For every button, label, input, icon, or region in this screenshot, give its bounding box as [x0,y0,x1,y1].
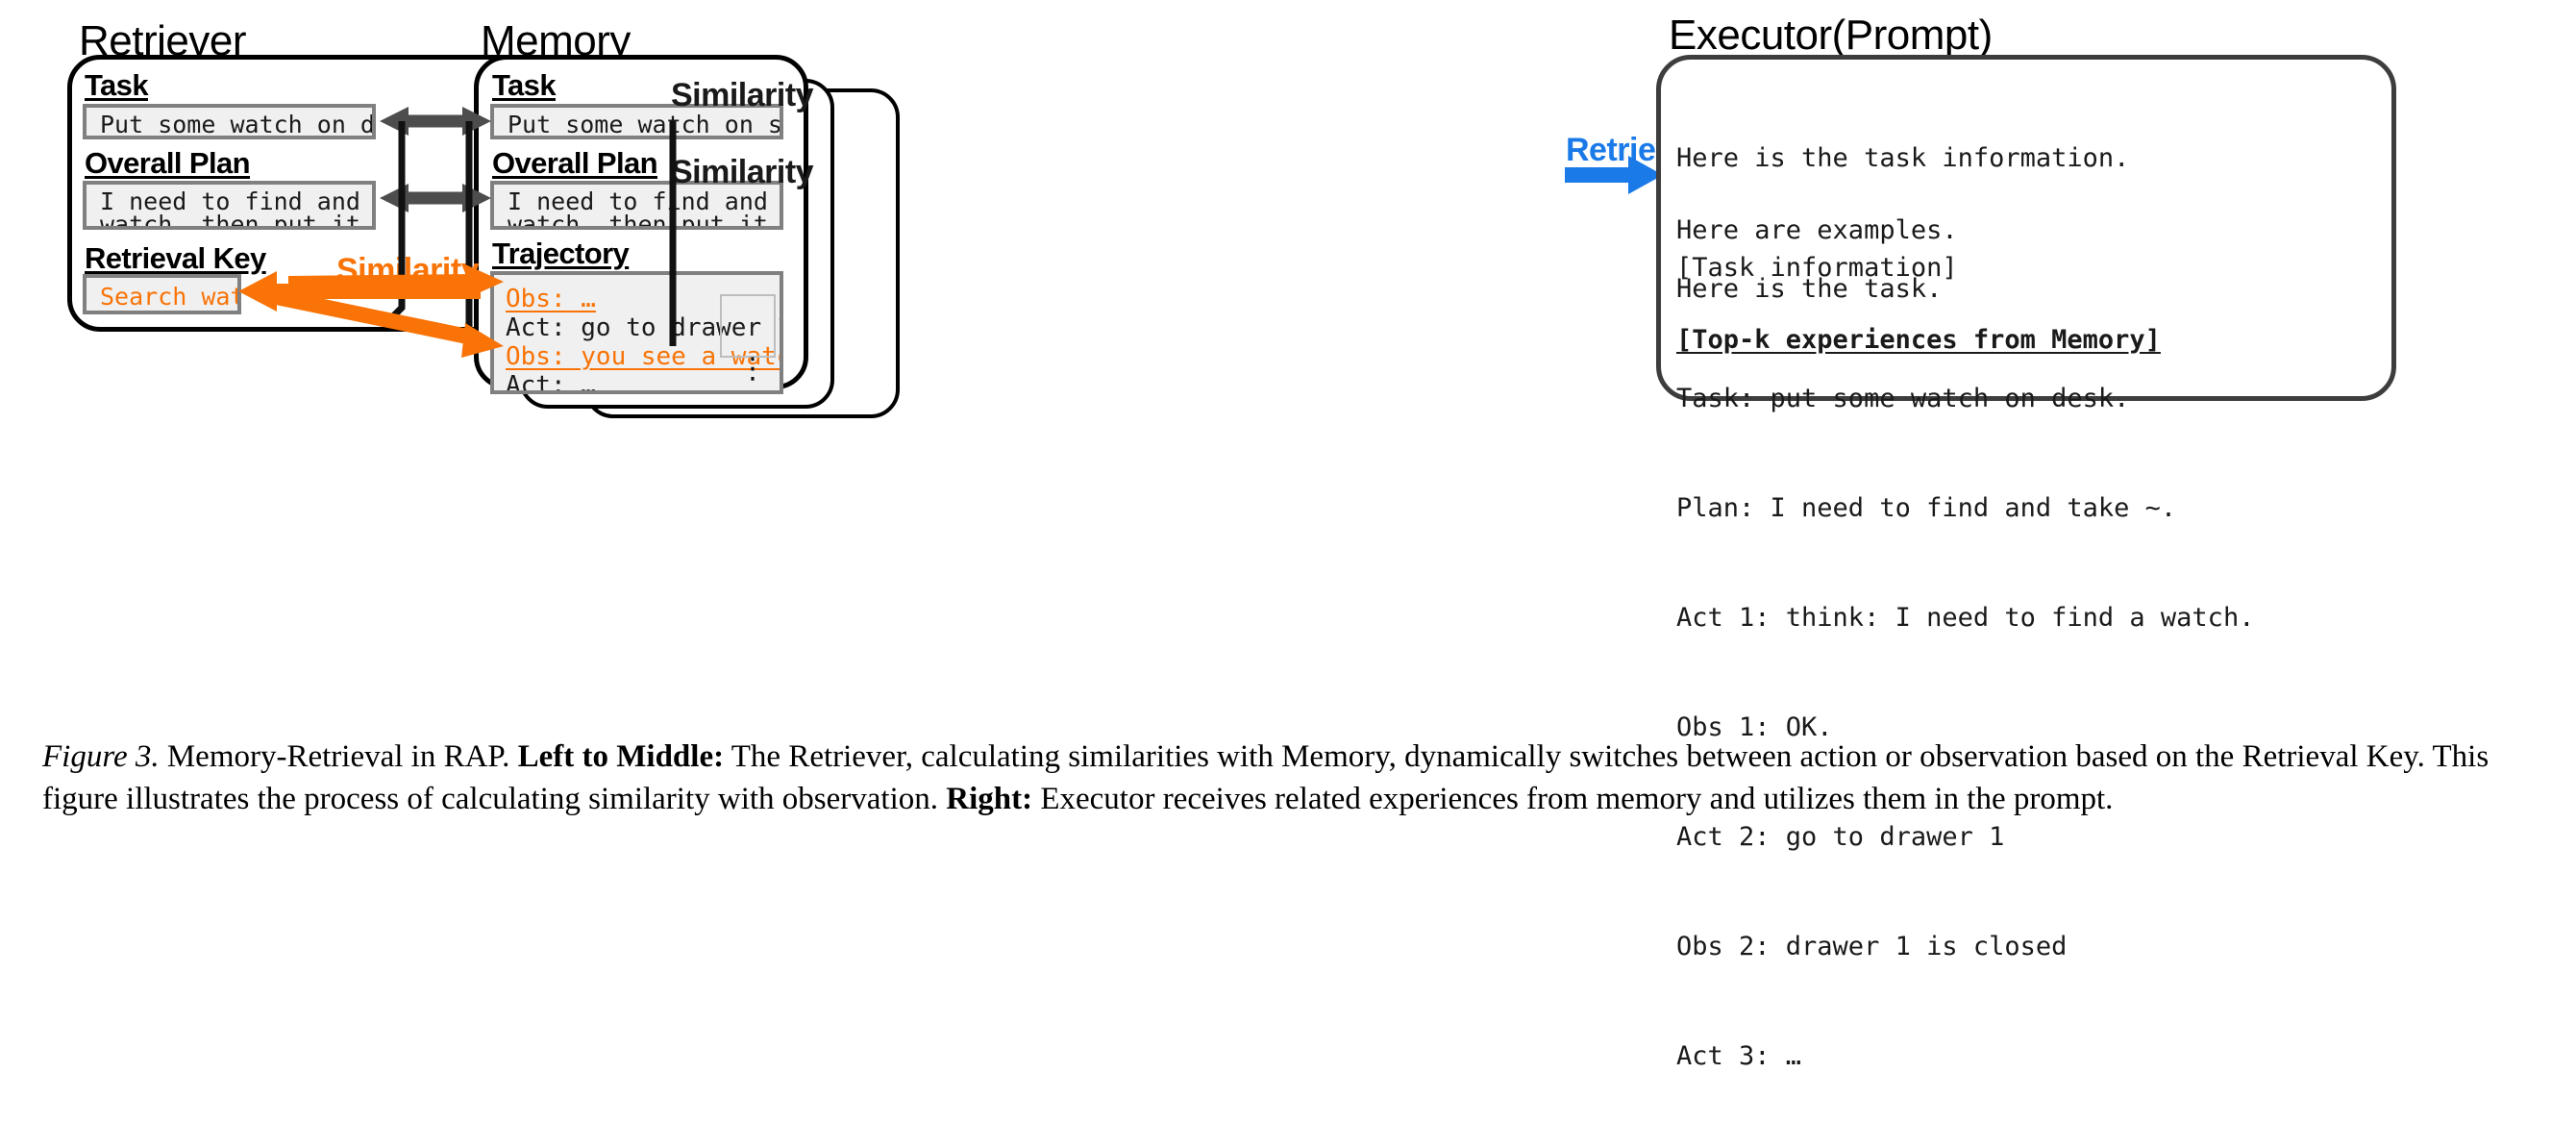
executor-prompt-line-10: Act 2: go to drawer 1 [1676,822,2005,852]
executor-prompt-line-5: Here is the task. [1676,274,1943,304]
caption-figure-number: Figure 3. [42,739,160,774]
retriever-plan-label: Overall Plan [85,146,251,180]
figure-caption: Figure 3. Memory-Retrieval in RAP. Left … [42,736,2541,820]
executor-prompt-line-8: Act 1: think: I need to find a watch. [1676,603,2255,633]
caption-bold-2: Right: [946,782,1033,816]
memory-trajectory-line-1: Obs: … [506,285,596,313]
caption-part-3: Executor receives related experiences fr… [1032,782,2114,816]
memory-trajectory-box: Obs: … Act: go to drawer 1 Obs: you see … [490,271,783,394]
executor-prompt-line-12: Act 3: … [1676,1041,1802,1071]
retriever-task-label: Task [85,68,149,102]
similarity-plan-label: Similarity [671,154,814,190]
retriever-retrieval-key-value: Search watch [83,274,241,314]
memory-trajectory-more-dots: ⋮ [738,352,767,386]
similarity-task-label: Similarity [671,77,814,113]
memory-trajectory-label: Trajectory [492,237,630,270]
executor-prompt-block-3: Here is the task. Task: put some watch o… [1676,198,2254,1148]
executor-prompt-line-11: Obs 2: drawer 1 is closed [1676,932,2068,961]
caption-part-1: Memory-Retrieval in RAP. [159,739,518,774]
similarity-observation-label: Similarity [336,252,480,288]
retriever-plan-value: I need to find and take a watch, then pu… [83,181,376,230]
memory-trajectory-thumbnail [720,294,776,358]
memory-trajectory-line-4: Act: … [506,371,596,394]
memory-plan-label: Overall Plan [492,146,658,180]
memory-task-label: Task [492,68,557,102]
retriever-retrieval-key-label: Retrieval Key [85,241,266,275]
retriever-task-value: Put some watch on desk. [83,104,376,139]
caption-bold-1: Left to Middle: [517,739,725,774]
executor-prompt-line-7: Plan: I need to find and take ~. [1676,493,2177,523]
executor-prompt-line-6: Task: put some watch on desk. [1676,384,2130,413]
executor-panel-title: Executor(Prompt) [1669,12,1993,59]
figure-3-diagram: Retriever Task Put some watch on desk. O… [0,0,2576,1071]
